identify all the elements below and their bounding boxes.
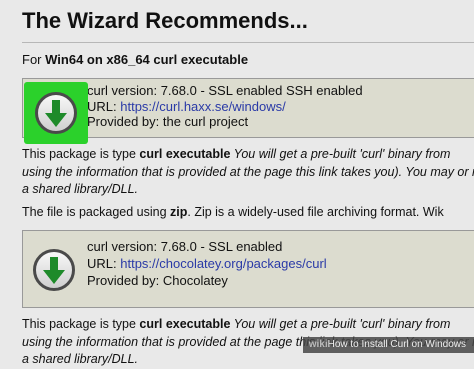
url-label: URL: — [87, 98, 121, 114]
url-label: URL: — [87, 256, 121, 271]
package-url-link[interactable]: https://chocolatey.org/packages/curl — [120, 256, 326, 271]
package-details: curl version: 7.68.0 - SSL enabled URL: … — [87, 238, 327, 289]
package-url-row: URL: https://chocolatey.org/packages/cur… — [87, 255, 327, 272]
packaging-prefix: The file is packaged using — [22, 205, 171, 219]
subtitle-prefix: For — [22, 52, 46, 67]
desc-prefix: This package is type — [22, 317, 140, 331]
package-description-1: This package is type curl executable You… — [22, 146, 474, 199]
desc-line-3: a shared library/DLL. — [22, 182, 139, 196]
desc-type: curl executable — [139, 147, 231, 161]
recommendation-subtitle: For Win64 on x86_64 curl executable — [22, 52, 248, 67]
packaging-format: zip — [170, 205, 188, 219]
packaging-info: The file is packaged using zip. Zip is a… — [22, 204, 474, 222]
package-details: curl version: 7.68.0 - SSL enabled SSH e… — [87, 83, 363, 130]
title-divider — [22, 42, 474, 43]
package-provider: Provided by: Chocolatey — [87, 273, 228, 288]
desc-line-3: a shared library/DLL. — [22, 352, 139, 366]
package-box-curl-project: curl version: 7.68.0 - SSL enabled SSH e… — [22, 78, 474, 138]
watermark-brand: wiki — [308, 339, 328, 350]
desc-line-2: using the information that is provided a… — [22, 164, 474, 179]
desc-italic: You will get a pre-built 'curl' binary f… — [230, 317, 451, 331]
package-provider: Provided by: the curl project — [87, 114, 249, 129]
package-url-row: URL: https://curl.haxx.se/windows/ — [87, 99, 363, 115]
page-title: The Wizard Recommends... — [22, 8, 308, 33]
download-arrow-icon[interactable] — [35, 92, 77, 134]
desc-italic: You will get a pre-built 'curl' binary f… — [230, 147, 451, 161]
package-version: curl version: 7.68.0 - SSL enabled SSH e… — [87, 83, 363, 98]
package-box-chocolatey: curl version: 7.68.0 - SSL enabled URL: … — [22, 230, 474, 308]
desc-prefix: This package is type — [22, 147, 140, 161]
wikihow-watermark: wikiHow to Install Curl on Windows — [302, 337, 474, 353]
watermark-text: How to Install Curl on Windows — [327, 339, 466, 350]
download-button-highlight[interactable] — [24, 82, 88, 144]
subtitle-target: Win64 on x86_64 curl executable — [45, 52, 249, 67]
packaging-suffix: . Zip is a widely-used file archiving fo… — [187, 205, 444, 219]
package-version: curl version: 7.68.0 - SSL enabled — [87, 239, 283, 254]
desc-type: curl executable — [139, 317, 231, 331]
download-arrow-icon[interactable] — [33, 249, 75, 291]
package-url-link[interactable]: https://curl.haxx.se/windows/ — [120, 99, 285, 114]
